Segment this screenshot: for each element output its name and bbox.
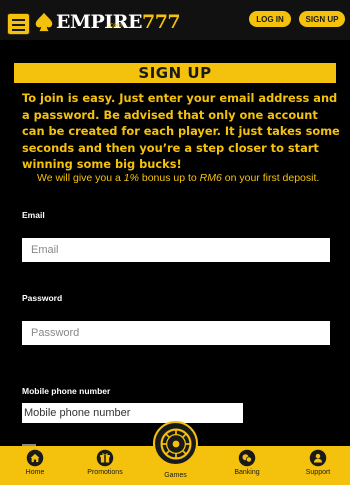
header-signup-button[interactable]: SIGN UP [299,11,345,27]
menu-line [12,19,25,21]
home-icon [26,449,44,467]
site-logo[interactable]: EMPIRE 777 [33,8,181,36]
bonus-amount: RM6 [199,172,222,184]
intro-text: To join is easy. Just enter your email a… [22,91,340,171]
bonus-text: We will give you a 1% bonus up to RM6 on… [37,171,327,186]
nav-support[interactable]: Support [302,446,334,485]
logo-number: 777 [141,11,181,33]
top-header: EMPIRE 777 .com LOG IN SIGN UP [0,0,350,40]
email-field[interactable] [22,238,330,262]
page-title-bar: SIGN UP [14,63,336,83]
password-field[interactable] [22,321,330,345]
nav-promotions-label: Promotions [87,469,123,476]
nav-banking[interactable]: Banking [230,446,264,485]
nav-home[interactable]: Home [20,446,50,485]
menu-line [12,24,25,26]
bonus-suffix: on your first deposit. [221,172,320,184]
bonus-prefix: We will give you a [37,172,124,184]
roulette-icon [159,427,192,460]
nav-games-label: Games [164,472,187,479]
nav-support-label: Support [305,469,331,476]
hamburger-menu-button[interactable] [7,13,30,35]
login-button[interactable]: LOG IN [249,11,291,27]
phone-label: Mobile phone number [22,386,111,396]
nav-home-label: Home [25,469,45,476]
logo-subtext: .com [108,22,123,29]
nav-games[interactable] [153,421,198,466]
logo-text: EMPIRE [56,11,142,33]
spade-icon [35,12,53,32]
phone-field[interactable] [22,403,243,423]
nav-banking-label: Banking [234,469,260,476]
banking-icon [238,449,256,467]
password-label: Password [22,293,63,303]
nav-promotions[interactable]: Promotions [85,446,125,485]
bonus-percent: 1% [123,172,139,184]
menu-line [12,29,25,31]
bonus-middle: bonus up to [138,172,200,184]
page-title: SIGN UP [138,64,212,82]
gift-icon [96,449,114,467]
support-icon [309,449,327,467]
email-label: Email [22,210,45,220]
